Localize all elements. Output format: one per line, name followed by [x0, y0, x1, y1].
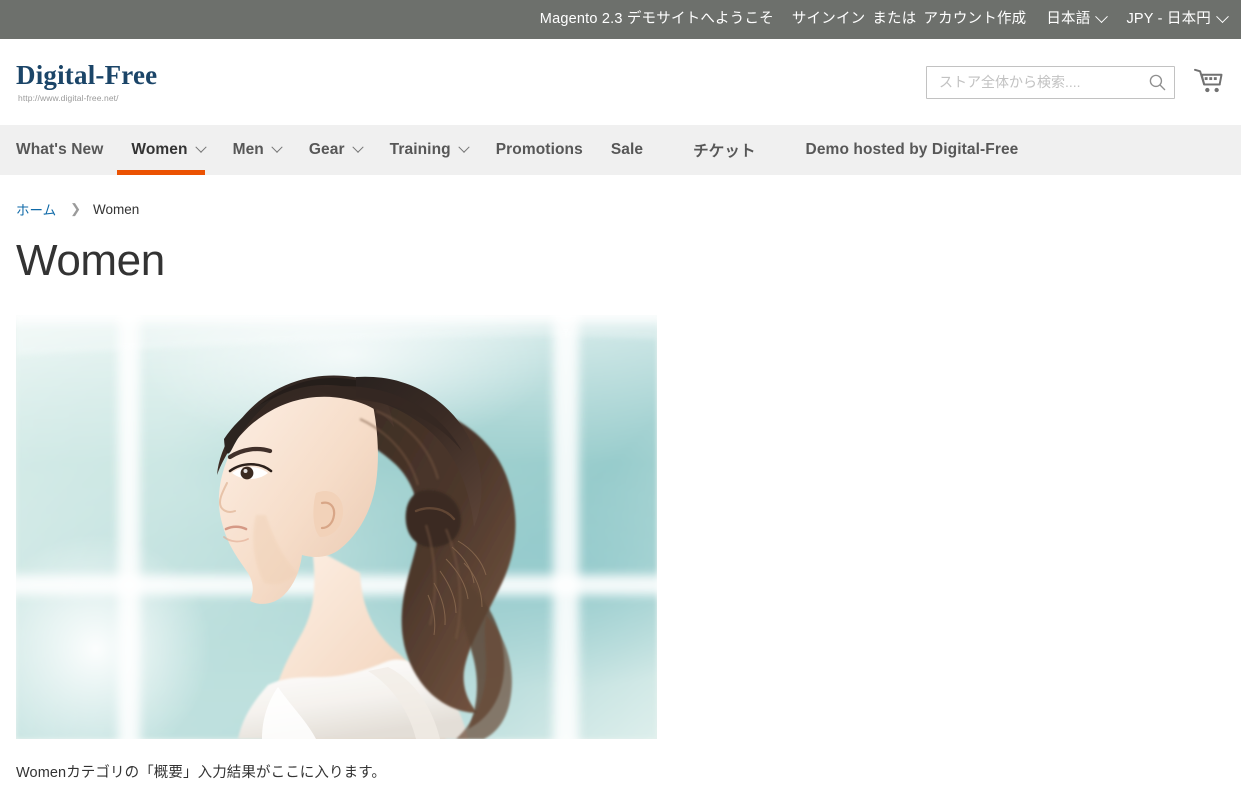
header-actions — [926, 62, 1227, 102]
nav-spacer — [770, 125, 792, 175]
currency-switcher-label: JPY - 日本円 — [1126, 12, 1211, 27]
nav-item-whats-new[interactable]: What's New — [16, 125, 117, 175]
nav-item-label: Women — [131, 141, 187, 159]
nav-item-gear[interactable]: Gear — [295, 125, 376, 175]
woman-portrait-illustration — [16, 315, 657, 739]
search-icon — [1148, 73, 1167, 92]
or-separator-text: または — [872, 12, 916, 27]
nav-item-sale[interactable]: Sale — [597, 125, 657, 175]
category-description: Womenカテゴリの「概要」入力結果がここに入ります。 — [16, 761, 1225, 782]
main-navigation: What's New Women Men Gear Training Promo… — [0, 125, 1241, 175]
chevron-down-icon — [1096, 10, 1109, 23]
nav-item-label: チケット — [693, 139, 755, 161]
nav-item-label: Men — [233, 141, 264, 159]
site-logo[interactable]: Digital-Free http://www.digital-free.net… — [16, 61, 157, 102]
search-input[interactable] — [926, 66, 1175, 99]
search-box — [926, 66, 1175, 99]
nav-item-promotions[interactable]: Promotions — [482, 125, 597, 175]
minicart-button[interactable] — [1191, 62, 1227, 102]
chevron-down-icon — [1216, 10, 1229, 23]
nav-item-men[interactable]: Men — [219, 125, 295, 175]
sign-in-link[interactable]: サインイン — [792, 12, 866, 27]
language-switcher[interactable]: 日本語 — [1046, 12, 1106, 27]
currency-switcher[interactable]: JPY - 日本円 — [1126, 12, 1227, 27]
search-button[interactable] — [1144, 69, 1170, 95]
nav-spacer — [657, 125, 679, 175]
chevron-down-icon — [458, 142, 469, 153]
main-content: ホーム ❯ Women Women — [0, 175, 1241, 782]
nav-item-label: Gear — [309, 141, 345, 159]
language-switcher-label: 日本語 — [1046, 12, 1090, 27]
nav-item-label: Training — [390, 141, 451, 159]
chevron-down-icon — [195, 142, 206, 153]
nav-item-training[interactable]: Training — [376, 125, 482, 175]
page-title: Women — [16, 236, 1225, 287]
nav-item-label: Demo hosted by Digital-Free — [806, 141, 1019, 159]
logo-wordmark: Digital-Free — [16, 61, 157, 89]
top-panel: Magento 2.3 デモサイトへようこそ サインイン または アカウント作成… — [0, 0, 1241, 39]
breadcrumb: ホーム ❯ Women — [16, 175, 1225, 219]
shopping-cart-icon — [1194, 68, 1224, 96]
top-panel-content: Magento 2.3 デモサイトへようこそ サインイン または アカウント作成… — [540, 12, 1227, 27]
chevron-down-icon — [352, 142, 363, 153]
nav-item-label: Sale — [611, 141, 643, 159]
welcome-message: Magento 2.3 デモサイトへようこそ — [540, 12, 774, 27]
nav-item-label: What's New — [16, 141, 103, 159]
nav-item-ticket[interactable]: チケット — [679, 125, 769, 175]
nav-item-label: Promotions — [496, 141, 583, 159]
breadcrumb-home-link[interactable]: ホーム — [16, 199, 56, 219]
breadcrumb-current: Women — [93, 202, 139, 217]
logo-subtitle-url: http://www.digital-free.net/ — [18, 93, 157, 103]
nav-item-women[interactable]: Women — [117, 125, 218, 175]
nav-item-demo-hosted[interactable]: Demo hosted by Digital-Free — [792, 125, 1033, 175]
chevron-down-icon — [271, 142, 282, 153]
category-hero-image — [16, 315, 657, 739]
create-account-link[interactable]: アカウント作成 — [923, 12, 1026, 27]
breadcrumb-separator-icon: ❯ — [70, 201, 81, 217]
site-header: Digital-Free http://www.digital-free.net… — [0, 39, 1241, 125]
